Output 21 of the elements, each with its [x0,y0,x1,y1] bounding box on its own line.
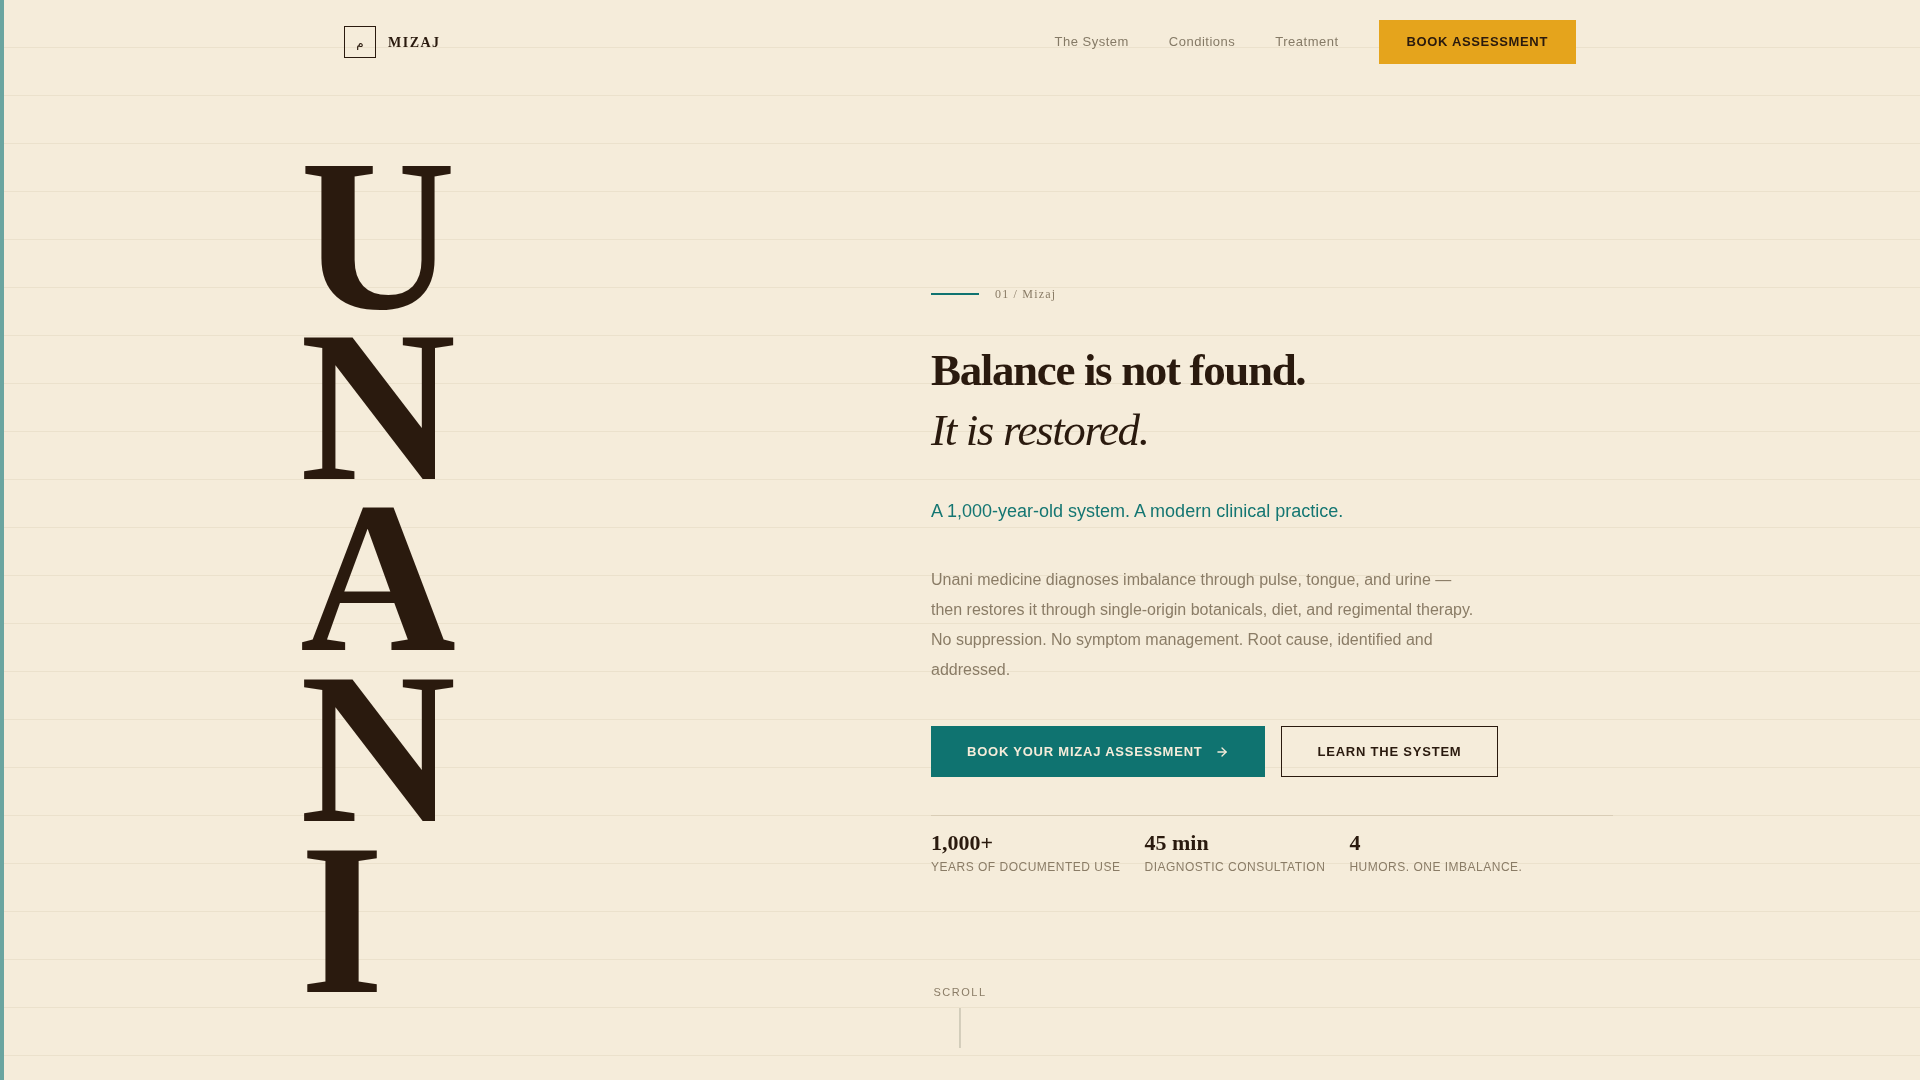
cta-button[interactable]: BOOK YOUR MIZAJ ASSESSMENT [931,726,1265,777]
subtitle: A 1,000-year-old system. A modern clinical practice. [931,500,1345,523]
headline-italic: It is restored. [931,404,1150,457]
header-cta-button[interactable]: BOOK ASSESSMENT [1378,20,1576,64]
body-paragraph: Unani medicine diagnoses imbalance through pulse, tongue, and urine — then restores it through single-origin botanicals, diet, and regimental therapy. No suppression. No symptom management. Root cause, identified and addressed. [931,570,1475,680]
stat-value: 45 min [1144,830,1210,856]
headline: Balance is not found. [931,344,1307,397]
nav-link[interactable]: Treatment [1275,32,1339,52]
stat-value: 1,000+ [931,830,995,856]
stat-label: DIAGNOSTIC CONSULTATION [1144,859,1326,875]
logo-mark: م [344,26,376,58]
nav-link[interactable]: The System [1054,32,1129,52]
stat-value: 4 [1349,830,1362,856]
outline-button[interactable]: LEARN THE SYSTEM [1280,726,1499,777]
eyebrow-label: 01 / Mizaj [995,286,1057,302]
vertical-title: UNANI [300,150,457,1005]
brand-name: MIZAJ [388,33,441,52]
scroll-label: SCROLL [933,985,987,1000]
stat-label: YEARS OF DOCUMENTED USE [931,859,1121,875]
stat-label: HUMORS. ONE IMBALANCE. [1349,859,1523,875]
nav-link[interactable]: Conditions [1168,32,1236,52]
